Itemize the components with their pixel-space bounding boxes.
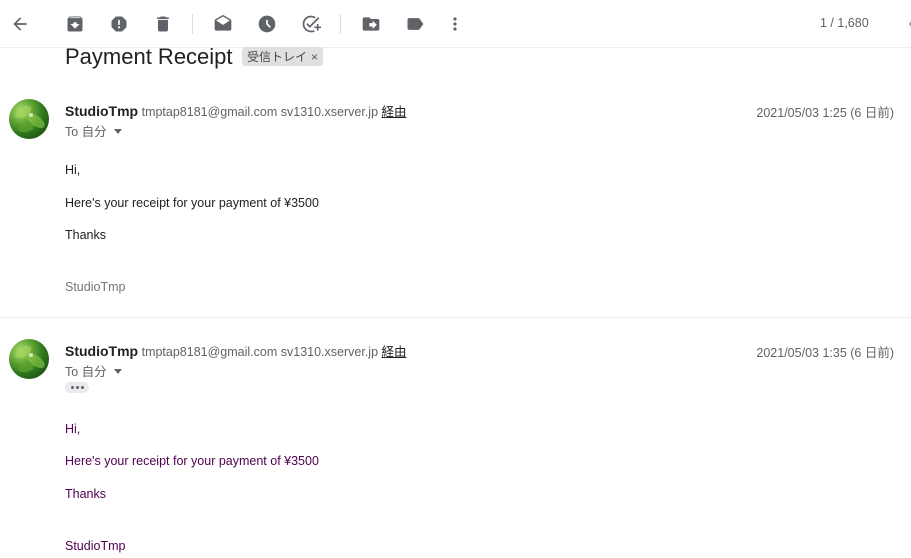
dot-icon [80, 386, 84, 389]
show-details-caret-icon[interactable] [113, 128, 122, 134]
dot-icon [70, 386, 74, 389]
toolbar: 1 / 1,680 [0, 0, 911, 48]
mark-unread-icon[interactable] [211, 12, 235, 36]
message-greeting: Hi, [65, 163, 81, 177]
sender-line: StudioTmp tmptap8181@gmail.com sv1310.xs… [65, 101, 407, 120]
via-domain: sv1310.xserver.jp [280, 345, 379, 359]
thread-subject: Payment Receipt [65, 44, 233, 69]
label-icon[interactable] [403, 12, 427, 36]
message-date[interactable]: 2021/05/03 1:25 (6 日前) [756, 102, 894, 121]
sender-email: tmptap8181@gmail.com [141, 345, 278, 359]
show-trimmed-content-button[interactable] [65, 382, 89, 393]
message-card: StudioTmp tmptap8181@gmail.com sv1310.xs… [0, 90, 911, 318]
via-domain: sv1310.xserver.jp [280, 105, 379, 119]
label-chip-text: 受信トレイ [247, 50, 308, 64]
via-link[interactable]: 経由 [382, 345, 407, 359]
message-card: StudioTmp tmptap8181@gmail.com sv1310.xs… [0, 330, 911, 558]
message-signature: StudioTmp [65, 280, 126, 294]
show-details-caret-icon[interactable] [113, 368, 122, 374]
sender-name[interactable]: StudioTmp [65, 103, 138, 119]
recipient-line: To 自分 [65, 361, 122, 380]
recipient-text: To 自分 [65, 365, 107, 379]
message-body: Here's your receipt for your payment of … [65, 196, 319, 210]
toolbar-divider [340, 14, 341, 34]
inbox-label-chip[interactable]: 受信トレイ × [242, 47, 324, 66]
add-task-icon[interactable] [299, 12, 323, 36]
message-closing: Thanks [65, 228, 106, 242]
sender-line: StudioTmp tmptap8181@gmail.com sv1310.xs… [65, 341, 407, 360]
avatar[interactable] [9, 99, 49, 139]
recipient-line: To 自分 [65, 121, 122, 140]
avatar[interactable] [9, 339, 49, 379]
message-signature: StudioTmp [65, 539, 126, 553]
more-vert-icon[interactable] [443, 12, 467, 36]
sender-email: tmptap8181@gmail.com [141, 105, 278, 119]
archive-icon[interactable] [63, 12, 87, 36]
back-arrow-icon[interactable] [8, 12, 32, 36]
message-greeting: Hi, [65, 422, 81, 436]
message-body: Here's your receipt for your payment of … [65, 454, 319, 468]
snooze-icon[interactable] [255, 12, 279, 36]
via-link[interactable]: 経由 [382, 105, 407, 119]
chevron-left-icon[interactable] [902, 14, 911, 34]
sender-name[interactable]: StudioTmp [65, 343, 138, 359]
pager-count: 1 / 1,680 [820, 16, 869, 30]
message-date[interactable]: 2021/05/03 1:35 (6 日前) [756, 342, 894, 361]
move-to-icon[interactable] [359, 12, 383, 36]
report-spam-icon[interactable] [107, 12, 131, 36]
recipient-text: To 自分 [65, 125, 107, 139]
toolbar-divider [192, 14, 193, 34]
dot-icon [75, 386, 79, 389]
delete-icon[interactable] [151, 12, 175, 36]
message-closing: Thanks [65, 487, 106, 501]
remove-label-icon[interactable]: × [311, 50, 318, 64]
